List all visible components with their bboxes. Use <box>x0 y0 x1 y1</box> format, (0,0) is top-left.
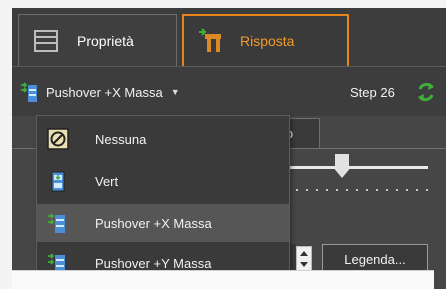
menu-item-pushover-x[interactable]: Pushover +X Massa <box>37 204 289 242</box>
tab-risposta-label: Risposta <box>240 33 295 49</box>
tab-proprieta[interactable]: Proprietà <box>18 14 177 66</box>
pushover-x-icon <box>20 81 42 103</box>
tab-bar: Proprietà Risposta <box>12 8 446 66</box>
menu-item-nessuna[interactable]: Nessuna <box>37 120 289 158</box>
load-case-menu: Nessuna Vert Pushover +X Massa Pushover … <box>36 115 290 283</box>
tab-risposta[interactable]: Risposta <box>182 14 349 66</box>
scale-spinner[interactable] <box>296 246 312 272</box>
slider-ticks <box>282 188 428 192</box>
app-window: Proprietà Risposta Pushover +X Massa ▼ S… <box>12 8 446 289</box>
vertical-load-icon <box>47 170 69 192</box>
spinner-down-icon[interactable] <box>300 262 308 267</box>
pushover-x-icon <box>47 212 69 234</box>
menu-item-vert[interactable]: Vert <box>37 162 289 200</box>
bottom-strip <box>12 270 434 289</box>
toolbar: Pushover +X Massa ▼ Step 26 <box>12 66 446 116</box>
none-icon <box>47 128 69 150</box>
load-case-dropdown-value: Pushover +X Massa <box>46 84 163 100</box>
menu-item-label: Pushover +X Massa <box>95 215 212 231</box>
menu-item-label: Pushover +Y Massa <box>95 255 212 271</box>
properties-icon <box>33 28 59 54</box>
menu-item-label: Vert <box>95 173 119 189</box>
spinner-up-icon[interactable] <box>300 251 308 256</box>
step-label: Step 26 <box>350 85 395 100</box>
load-case-dropdown[interactable]: Pushover +X Massa ▼ <box>20 77 180 107</box>
menu-item-label: Nessuna <box>95 131 147 147</box>
tab-proprieta-label: Proprietà <box>77 32 134 49</box>
structure-response-icon <box>198 28 224 54</box>
refresh-icon[interactable] <box>416 81 436 103</box>
chevron-down-icon: ▼ <box>170 87 180 97</box>
step-slider-track[interactable] <box>282 166 428 169</box>
